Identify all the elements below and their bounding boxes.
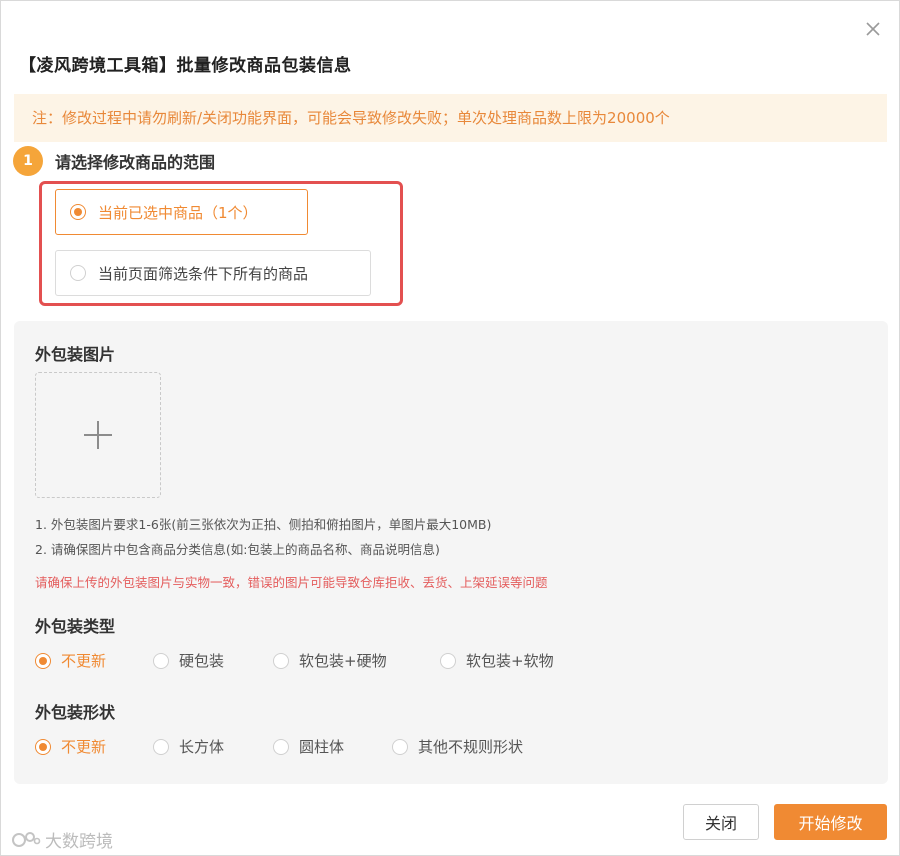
package-type-option-no-update[interactable]: 不更新 [35,650,153,671]
radio-checked-icon [35,738,51,755]
package-type-title: 外包装类型 [35,617,116,636]
package-type-option-soft-hard[interactable]: 软包装+硬物 [273,650,440,671]
radio-label: 不更新 [61,738,107,756]
image-section-title: 外包装图片 [35,345,116,364]
image-hint-2: 2. 请确保图片中包含商品分类信息(如:包装上的商品名称、商品说明信息) [35,542,440,557]
radio-label: 不更新 [61,652,107,670]
radio-checked-icon [70,204,86,220]
notice-banner: 注：修改过程中请勿刷新/关闭功能界面，可能会导致修改失败；单次处理商品数上限为2… [14,94,887,142]
radio-unchecked-icon [153,738,169,755]
package-type-option-hard[interactable]: 硬包装 [153,650,273,671]
image-hint-1: 1. 外包装图片要求1-6张(前三张依次为正拍、侧拍和俯拍图片，单图片最大10M… [35,517,492,532]
package-shape-option-cylinder[interactable]: 圆柱体 [273,736,392,757]
package-type-radio-group: 不更新 硬包装 软包装+硬物 软包装+软物 [35,650,554,671]
package-shape-option-irregular[interactable]: 其他不规则形状 [392,736,523,757]
step-header: 1 请选择修改商品的范围 [13,146,215,176]
scope-option-label: 当前页面筛选条件下所有的商品 [98,264,309,283]
radio-label: 其他不规则形状 [418,738,524,756]
scope-option-all-filtered-goods[interactable]: 当前页面筛选条件下所有的商品 [55,250,371,296]
radio-unchecked-icon [392,738,408,755]
step-label: 请选择修改商品的范围 [55,153,216,172]
start-edit-button[interactable]: 开始修改 [774,804,887,840]
package-shape-option-cuboid[interactable]: 长方体 [153,736,273,757]
step-number-badge: 1 [13,146,43,176]
package-shape-option-no-update[interactable]: 不更新 [35,736,153,757]
radio-unchecked-icon [153,652,169,669]
radio-label: 硬包装 [179,652,225,670]
watermark: 大数跨境 [11,827,113,852]
package-shape-radio-group: 不更新 长方体 圆柱体 其他不规则形状 [35,736,523,757]
close-icon[interactable] [863,19,883,39]
scope-option-selected-goods[interactable]: 当前已选中商品（1个） [55,189,308,235]
radio-unchecked-icon [273,652,289,669]
scope-option-label: 当前已选中商品（1个） [98,203,258,222]
radio-label: 软包装+硬物 [299,652,387,670]
package-shape-title: 外包装形状 [35,703,116,722]
watermark-text: 大数跨境 [45,832,113,852]
image-upload-box[interactable] [35,372,161,498]
batch-edit-dialog: 【凌风跨境工具箱】批量修改商品包装信息 注：修改过程中请勿刷新/关闭功能界面，可… [0,0,900,856]
radio-checked-icon [35,652,51,669]
radio-label: 圆柱体 [299,738,345,756]
plus-icon [84,421,112,449]
dialog-title: 【凌风跨境工具箱】批量修改商品包装信息 [19,56,352,76]
watermark-logo-icon [12,831,41,847]
close-button[interactable]: 关闭 [683,804,759,840]
radio-unchecked-icon [273,738,289,755]
package-type-option-soft-soft[interactable]: 软包装+软物 [440,650,554,671]
radio-unchecked-icon [70,265,86,281]
radio-unchecked-icon [440,652,456,669]
radio-label: 长方体 [179,738,225,756]
image-warning: 请确保上传的外包装图片与实物一致，错误的图片可能导致仓库拒收、丢货、上架延误等问… [35,575,548,590]
radio-label: 软包装+软物 [466,652,554,670]
